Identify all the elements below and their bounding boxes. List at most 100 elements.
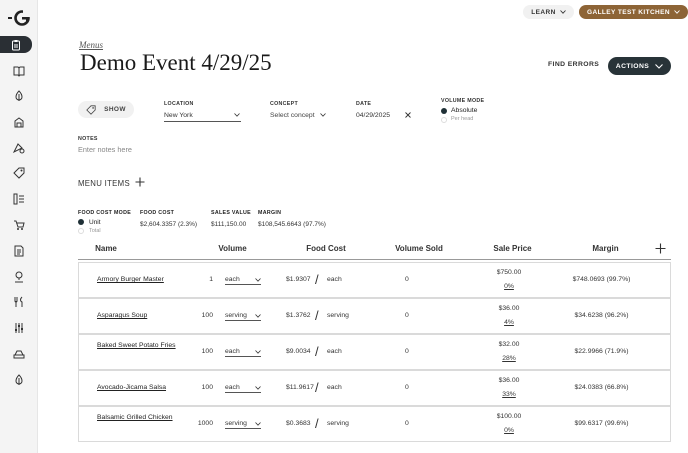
sidebar-item-scale[interactable] [5, 345, 33, 362]
chevron-down-icon[interactable] [320, 113, 326, 117]
sidebar-item-tags[interactable] [5, 164, 33, 181]
add-row-icon[interactable] [655, 243, 666, 254]
margin-value: $24.0383 (66.8%) [574, 384, 629, 391]
list-icon [13, 193, 24, 204]
food-cost-mode-total-label: Total [89, 228, 101, 234]
sale-cost-percent-link[interactable]: 28% [484, 355, 534, 362]
sidebar [0, 0, 38, 453]
sale-price-value[interactable]: $36.00 [484, 305, 534, 312]
table-row[interactable]: Avocado-Jicama Salsa 100 each $11.9617/ each… [78, 370, 671, 406]
divider-slash: / [315, 272, 319, 287]
menu-item-name-link[interactable]: Avocado-Jicama Salsa [97, 382, 177, 394]
unit-select[interactable]: each [225, 348, 261, 357]
notes-input[interactable]: Enter notes here [78, 145, 132, 154]
margin-value: $748.0693 (99.7%) [572, 276, 631, 283]
clipboard-icon [12, 39, 20, 50]
sidebar-item-lightbulb[interactable] [5, 87, 33, 104]
food-cost-value: $2,604.3357 (2.3%) [140, 221, 198, 228]
date-input[interactable]: 04/29/2025 [356, 112, 390, 119]
unit-select[interactable]: serving [225, 420, 261, 429]
volume-sold-value[interactable]: 0 [405, 384, 409, 391]
chevron-down-icon [559, 10, 566, 14]
add-menu-item-icon[interactable] [135, 177, 145, 187]
food-cost-unit: serving [327, 312, 349, 319]
sidebar-item-inventory[interactable] [5, 113, 33, 130]
menu-item-name-link[interactable]: Armory Burger Master [97, 274, 177, 286]
volume-value[interactable]: 100 [183, 384, 213, 391]
sidebar-item-book[interactable] [5, 62, 33, 79]
volume-value[interactable]: 100 [183, 348, 213, 355]
volume-value[interactable]: 1 [183, 276, 213, 283]
sales-value-value: $111,150.00 [211, 221, 247, 228]
report-icon [14, 245, 24, 256]
recipe-icon [13, 142, 25, 153]
breadcrumb-menus[interactable]: Menus [79, 40, 103, 50]
food-cost-unit: each [327, 348, 342, 355]
margin-value: $99.6317 (99.6%) [574, 420, 629, 427]
sidebar-item-recipes[interactable] [5, 139, 33, 156]
unit-select[interactable]: serving [225, 312, 261, 321]
learn-button[interactable]: LEARN [523, 5, 574, 19]
unit-select[interactable]: each [225, 276, 261, 285]
column-header-volume-sold: Volume Sold [395, 244, 443, 253]
sidebar-item-reports[interactable] [5, 242, 33, 259]
unit-label: each [225, 384, 240, 391]
volume-mode-absolute-radio[interactable] [441, 108, 447, 114]
column-header-food-cost: Food Cost [306, 244, 346, 253]
sidebar-item-dining[interactable] [5, 293, 33, 310]
food-cost-unit: each [327, 276, 342, 283]
sale-cost-percent-link[interactable]: 33% [484, 391, 534, 398]
sale-price-value[interactable]: $32.00 [484, 341, 534, 348]
menu-item-name-link[interactable]: Balsamic Grilled Chicken [97, 412, 177, 424]
volume-sold-value[interactable]: 0 [405, 276, 409, 283]
learn-label: LEARN [531, 8, 556, 16]
notes-label: NOTES [78, 136, 98, 142]
table-row[interactable]: Balsamic Grilled Chicken 1000 serving $0.36… [78, 406, 671, 442]
sale-price-value[interactable]: $36.00 [484, 377, 534, 384]
concept-select[interactable]: Select concept [270, 112, 315, 119]
menu-item-name-link[interactable]: Asparagus Soup [97, 310, 177, 322]
sidebar-item-locations[interactable] [5, 268, 33, 285]
find-errors-button[interactable]: FIND ERRORS [548, 61, 599, 68]
galley-logo-icon[interactable] [8, 10, 30, 26]
table-row[interactable]: Asparagus Soup 100 serving $1.3762 / serving 0… [78, 298, 671, 334]
book-icon [13, 66, 25, 77]
food-cost-mode-unit-radio[interactable] [78, 219, 84, 225]
sale-cost-percent-link[interactable]: 0% [484, 427, 534, 434]
food-cost-unit: each [327, 384, 342, 391]
volume-sold-value[interactable]: 0 [405, 348, 409, 355]
unit-select[interactable]: each [225, 384, 261, 393]
volume-sold-value[interactable]: 0 [405, 312, 409, 319]
food-cost-value: $9.0034 [286, 348, 311, 355]
clear-date-icon[interactable] [405, 112, 411, 118]
kitchen-switcher-button[interactable]: GALLEY TEST KITCHEN [579, 5, 688, 19]
volume-sold-value[interactable]: 0 [405, 420, 409, 427]
volume-value[interactable]: 1000 [183, 420, 213, 427]
sidebar-item-orders[interactable] [5, 216, 33, 233]
table-row[interactable]: Armory Burger Master 1 each $1.9307 / each 0 $7… [78, 262, 671, 298]
sidebar-item-list[interactable] [5, 190, 33, 207]
sidebar-item-menus[interactable] [0, 36, 32, 53]
food-cost-mode-total-radio[interactable] [78, 228, 84, 234]
food-cost-value: $1.3762 [286, 312, 311, 319]
chevron-down-icon[interactable] [234, 113, 240, 117]
menu-item-name-link[interactable]: Baked Sweet Potato Fries [97, 340, 177, 352]
margin-label: MARGIN [258, 210, 282, 216]
lightbulb-icon [15, 89, 23, 101]
sidebar-item-ideas[interactable] [5, 371, 33, 388]
volume-mode-per-head-label: Per head [451, 116, 474, 122]
sale-price-value[interactable]: $750.00 [484, 269, 534, 276]
location-select[interactable]: New York [164, 112, 193, 119]
divider-slash: / [315, 308, 319, 323]
volume-mode-per-head-radio[interactable] [441, 117, 447, 123]
sidebar-item-settings[interactable] [5, 319, 33, 336]
table-row[interactable]: Baked Sweet Potato Fries 100 each $9.0034 / e… [78, 334, 671, 370]
sale-price-value[interactable]: $100.00 [484, 413, 534, 420]
chevron-down-icon [255, 385, 261, 390]
scale-icon [13, 350, 25, 358]
actions-button[interactable]: ACTIONS [608, 57, 671, 75]
sale-cost-percent-link[interactable]: 0% [484, 283, 534, 290]
show-button[interactable]: SHOW [78, 101, 134, 118]
volume-value[interactable]: 100 [183, 312, 213, 319]
sale-cost-percent-link[interactable]: 4% [484, 319, 534, 326]
